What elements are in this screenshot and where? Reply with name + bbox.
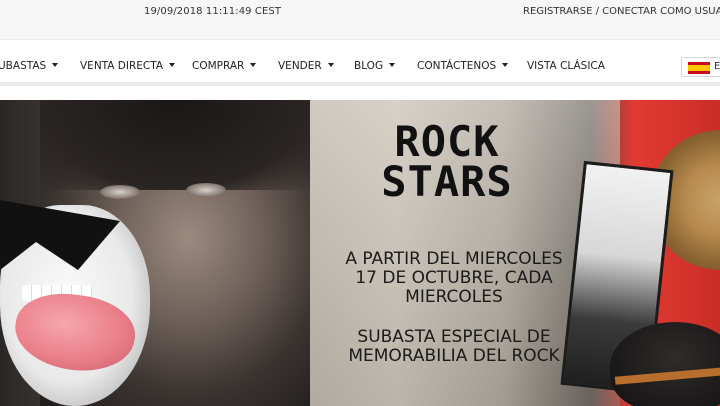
hero-banner[interactable]: ROCK STARS A PARTIR DEL MIERCOLES 17 DE …: [0, 100, 720, 406]
register-link[interactable]: REGISTRARSE: [523, 6, 592, 17]
auth-links: REGISTRARSE / CONECTAR COMO USUARIO: [523, 6, 720, 17]
top-bar: 19/09/2018 11:11:49 CEST REGISTRARSE / C…: [0, 0, 720, 40]
portrait-left-eye: [100, 185, 140, 199]
nav-item-vender[interactable]: VENDER: [278, 60, 334, 72]
spain-flag-icon: [688, 62, 710, 74]
caret-down-icon: [502, 63, 509, 67]
nav-item-venta-directa[interactable]: VENTA DIRECTA: [80, 60, 176, 72]
server-datetime: 19/09/2018 11:11:49 CEST: [144, 6, 282, 17]
nav-item-label: VENDER: [278, 60, 322, 72]
nav-item-subastas[interactable]: UBASTAS: [0, 60, 59, 72]
nav-item-label: VISTA CLÁSICA: [527, 60, 605, 72]
portrait-hair: [40, 100, 310, 190]
banner-subtitle: A PARTIR DEL MIERCOLES 17 DE OCTUBRE, CA…: [345, 249, 563, 307]
banner-title-line1: ROCK: [394, 117, 500, 166]
caret-down-icon: [52, 63, 59, 67]
auth-separator: /: [592, 6, 603, 17]
nav-item-label: CONTÁCTENOS: [417, 60, 497, 72]
nav-item-label: BLOG: [354, 60, 384, 72]
caret-down-icon: [389, 63, 396, 67]
nav-item-label: VENTA DIRECTA: [80, 60, 164, 72]
nav-item-label: UBASTAS: [0, 60, 47, 72]
caret-down-icon: [327, 63, 334, 67]
language-label: E: [714, 61, 720, 72]
nav-item-blog[interactable]: BLOG: [354, 60, 396, 72]
nav-item-comprar[interactable]: COMPRAR: [192, 60, 257, 72]
nav-item-contactenos[interactable]: CONTÁCTENOS: [417, 60, 509, 72]
nav-item-label: COMPRAR: [192, 60, 245, 72]
caret-down-icon: [250, 63, 257, 67]
caret-down-icon: [169, 63, 176, 67]
banner-title: ROCK STARS: [371, 117, 523, 206]
language-selector[interactable]: E: [681, 57, 720, 77]
portrait-right-eye: [186, 183, 226, 197]
login-link[interactable]: CONECTAR COMO USUARIO: [602, 6, 720, 17]
nav-item-vista-clasica[interactable]: VISTA CLÁSICA: [527, 60, 605, 72]
banner-subtitle-2: SUBASTA ESPECIAL DE MEMORABILIA DEL ROCK: [348, 327, 560, 366]
banner-title-line2: STARS: [381, 157, 513, 206]
main-navigation: UBASTAS VENTA DIRECTA COMPRAR VENDER BLO…: [0, 48, 720, 86]
